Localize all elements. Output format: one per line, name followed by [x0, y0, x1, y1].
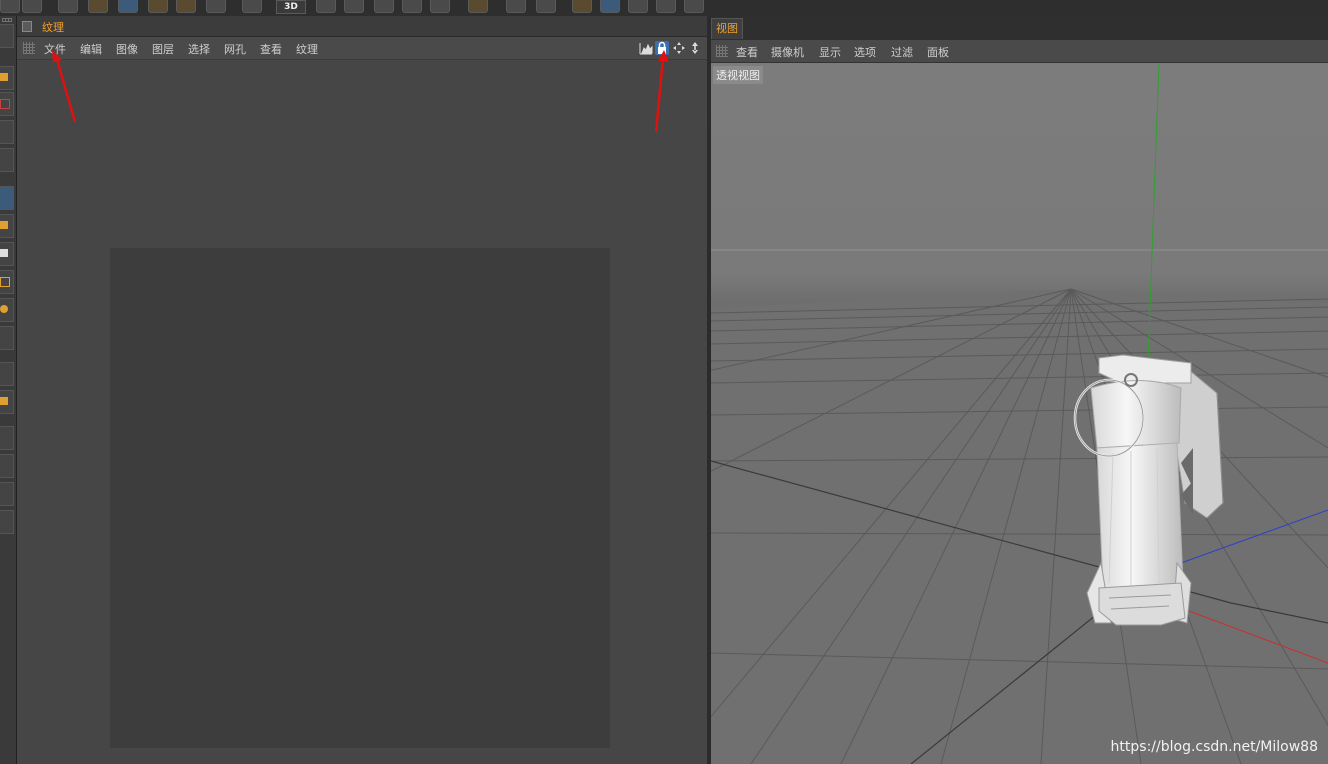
- cube-icon-4[interactable]: [684, 0, 704, 13]
- viewport-panel: 视图 查看 摄像机 显示 选项 过滤 面板 透视视图 https://blog.…: [711, 16, 1328, 764]
- material-icon[interactable]: [506, 0, 526, 13]
- corner-icon[interactable]: [468, 0, 488, 13]
- texture-canvas[interactable]: [110, 248, 610, 748]
- viewport-tabbar: 视图: [711, 16, 1328, 40]
- fill-tool-icon[interactable]: [0, 298, 14, 322]
- redo-icon[interactable]: [22, 0, 42, 13]
- annotation-arrow-lock: [654, 50, 669, 133]
- rotate-tool-icon[interactable]: [176, 0, 196, 13]
- menu-panel[interactable]: 面板: [927, 44, 949, 60]
- menu-mesh[interactable]: 网孔: [224, 41, 246, 57]
- palette-grip[interactable]: [2, 18, 12, 22]
- cube-paint-icon[interactable]: [572, 0, 592, 13]
- texture-panel: 纹理 文件 编辑 图像 图层 选择 网孔 查看 纹理: [17, 16, 707, 764]
- menu-select[interactable]: 选择: [188, 41, 210, 57]
- menu-display[interactable]: 显示: [819, 44, 841, 60]
- stamp-tool-icon[interactable]: [0, 214, 14, 238]
- brush-tool-icon[interactable]: [0, 186, 14, 210]
- undo-icon[interactable]: [0, 0, 20, 13]
- mode-3d-button[interactable]: 3D: [276, 0, 306, 14]
- cube-icon-2[interactable]: [628, 0, 648, 13]
- texture-panel-title: 纹理: [42, 21, 64, 34]
- paint-icon-2[interactable]: [344, 0, 364, 13]
- tool-palette: [0, 16, 17, 764]
- texture-titlebar: 纹理: [17, 16, 707, 37]
- menu-view[interactable]: 查看: [260, 41, 282, 57]
- scale-tool-icon[interactable]: [148, 0, 168, 13]
- perspective-viewport[interactable]: 透视视图 https://blog.csdn.net/Milow88: [711, 63, 1328, 764]
- move-tool-icon[interactable]: [118, 0, 138, 13]
- menubar-grip-icon[interactable]: [23, 42, 35, 54]
- brush-icon[interactable]: [374, 0, 394, 13]
- zoom-tool-icon[interactable]: [0, 454, 14, 478]
- menu-image[interactable]: 图像: [116, 41, 138, 57]
- star-tool-icon[interactable]: [0, 390, 14, 414]
- menu-filter[interactable]: 过滤: [891, 44, 913, 60]
- rect-select-icon[interactable]: [0, 270, 14, 294]
- menu-options[interactable]: 选项: [854, 44, 876, 60]
- menu-camera[interactable]: 摄像机: [771, 44, 804, 60]
- menu-viewport-view[interactable]: 查看: [736, 44, 758, 60]
- texture-menubar: 文件 编辑 图像 图层 选择 网孔 查看 纹理: [17, 37, 707, 60]
- dropper-tool-icon[interactable]: [0, 326, 14, 350]
- select-icon[interactable]: [58, 0, 78, 13]
- frame-tool-icon[interactable]: [0, 510, 14, 534]
- line-tool-icon[interactable]: [0, 120, 14, 144]
- watermark: https://blog.csdn.net/Milow88: [1110, 739, 1318, 755]
- hand-tool-icon[interactable]: [0, 482, 14, 506]
- menu-layer[interactable]: 图层: [152, 41, 174, 57]
- annotation-arrow-file: [52, 50, 77, 123]
- pen-tool-icon[interactable]: [0, 426, 14, 450]
- menu-texture[interactable]: 纹理: [296, 41, 318, 57]
- cube-icon-3[interactable]: [656, 0, 676, 13]
- spline-tool-icon[interactable]: [0, 92, 14, 116]
- main-toolbar: 3D: [0, 0, 1328, 17]
- live-select-icon[interactable]: [88, 0, 108, 13]
- image-icon[interactable]: [430, 0, 450, 13]
- grid-tool-icon[interactable]: [0, 148, 14, 172]
- knife-tool-icon[interactable]: [0, 24, 14, 48]
- cube-icon[interactable]: [600, 0, 620, 13]
- checker-icon[interactable]: [206, 0, 226, 13]
- transfer-tool-icon[interactable]: [0, 66, 14, 90]
- text-tool-icon[interactable]: [0, 362, 14, 386]
- viewport-grip-icon[interactable]: [716, 45, 728, 57]
- viewport-menubar: 查看 摄像机 显示 选项 过滤 面板: [711, 40, 1328, 63]
- material-icon-2[interactable]: [536, 0, 556, 13]
- perspective-view-label[interactable]: 透视视图: [713, 66, 763, 84]
- paint-icon[interactable]: [316, 0, 336, 13]
- scene-render: [711, 63, 1328, 764]
- tab-viewport[interactable]: 视图: [711, 18, 743, 39]
- panel-toggle-checkbox[interactable]: [22, 21, 32, 32]
- pan-vertical-icon[interactable]: [688, 41, 702, 55]
- points-icon[interactable]: [242, 0, 262, 13]
- eraser-tool-icon[interactable]: [0, 242, 14, 266]
- brush-grid-icon[interactable]: [402, 0, 422, 13]
